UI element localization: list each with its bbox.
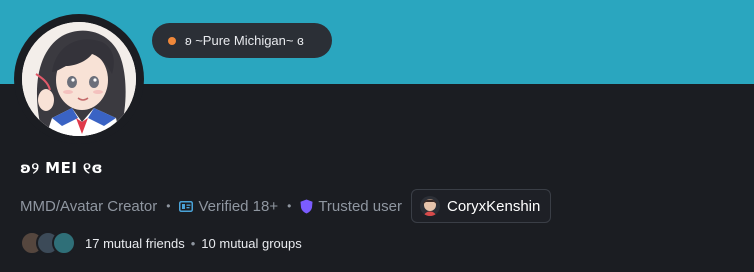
- anime-avatar-image: [22, 22, 136, 136]
- separator-dot: •: [287, 199, 292, 213]
- mutual-avatar: [52, 231, 76, 255]
- friend-name: CoryxKenshin: [446, 197, 541, 215]
- avatar[interactable]: [22, 22, 136, 136]
- friend-chip[interactable]: CoryxKenshin: [410, 189, 552, 223]
- profile-meta-row: MMD/Avatar Creator • Verified 18+ • Trus…: [20, 188, 552, 224]
- status-text: ʚ ~Pure Michigan~ ɞ: [185, 33, 304, 48]
- separator-dot: •: [190, 235, 196, 251]
- verified-badge[interactable]: Verified 18+: [179, 198, 278, 215]
- shield-icon: [300, 199, 313, 214]
- trusted-label: Trusted user: [318, 197, 402, 215]
- mutual-avatars[interactable]: [20, 231, 76, 255]
- id-card-icon: [179, 200, 194, 212]
- mutuals-row: 17 mutual friends • 10 mutual groups: [20, 231, 302, 255]
- display-name: ʚ୨ MEI ୧ɞ: [20, 159, 103, 177]
- status-pill[interactable]: ʚ ~Pure Michigan~ ɞ: [152, 23, 332, 58]
- friend-avatar: [419, 196, 440, 216]
- role-text: MMD/Avatar Creator: [20, 197, 158, 215]
- status-dot: [168, 36, 176, 45]
- verified-label: Verified 18+: [198, 197, 279, 215]
- separator-dot: •: [166, 199, 171, 213]
- mutual-groups-link[interactable]: 10 mutual groups: [201, 236, 301, 251]
- mutual-friends-link[interactable]: 17 mutual friends: [85, 236, 185, 251]
- trusted-badge[interactable]: Trusted user: [300, 198, 402, 215]
